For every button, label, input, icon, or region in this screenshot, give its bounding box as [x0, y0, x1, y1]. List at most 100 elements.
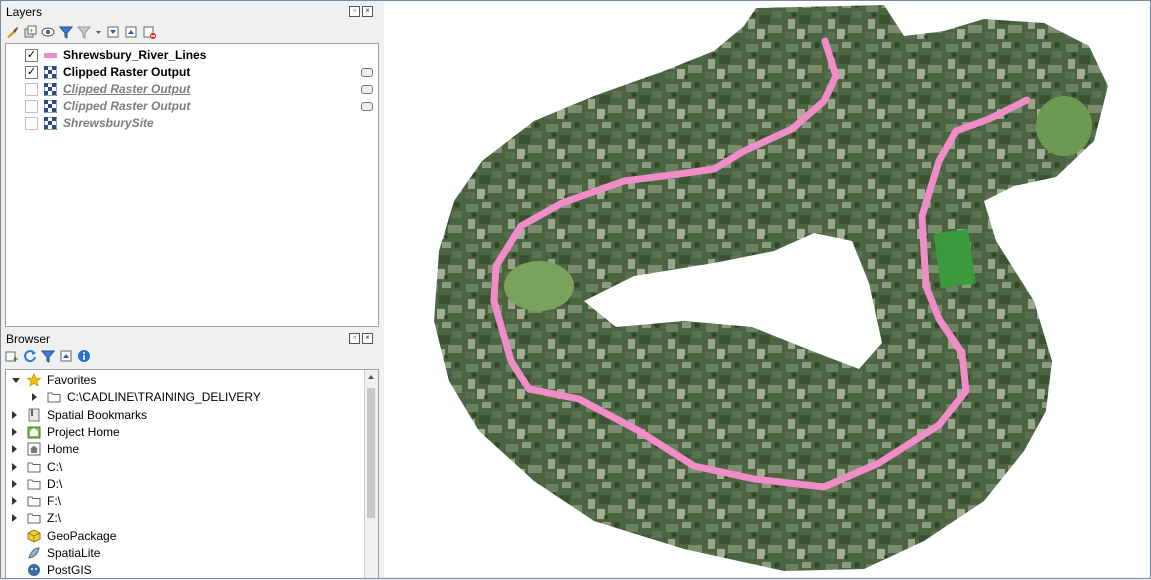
- browser-item-label: PostGIS: [47, 563, 92, 578]
- scroll-up-icon[interactable]: [368, 375, 374, 379]
- layer-indicator-icon[interactable]: [361, 85, 373, 94]
- layer-visibility-checkbox[interactable]: [25, 117, 38, 130]
- browser-panel-controls: ▫ ×: [349, 333, 373, 344]
- add-group-icon[interactable]: +: [23, 25, 37, 39]
- chevron-right-icon[interactable]: [12, 514, 17, 523]
- browser-item-label: Z:\: [47, 511, 61, 526]
- layers-tree: ✓ Shrewsbury_River_Lines ✓ Clipped Raster O…: [5, 43, 379, 327]
- browser-item-label: C:\: [47, 459, 63, 474]
- layer-name: Shrewsbury_River_Lines: [63, 48, 207, 62]
- folder-icon: [27, 494, 41, 508]
- properties-info-icon[interactable]: [77, 349, 91, 363]
- browser-item[interactable]: D:\: [6, 476, 366, 493]
- layer-item[interactable]: ✓ Clipped Raster Output: [6, 64, 378, 81]
- layer-indicator-icon[interactable]: [361, 68, 373, 77]
- chevron-right-icon[interactable]: [12, 445, 17, 454]
- layer-item[interactable]: ✓ Shrewsbury_River_Lines: [6, 47, 378, 64]
- layers-toolbar: +: [5, 23, 156, 41]
- chevron-down-icon[interactable]: [12, 378, 20, 383]
- layer-visibility-checkbox[interactable]: ✓: [25, 49, 38, 62]
- collapse-all-icon[interactable]: [59, 349, 73, 363]
- expand-all-icon[interactable]: [106, 25, 120, 39]
- collapse-all-icon[interactable]: [124, 25, 138, 39]
- map-svg[interactable]: [384, 1, 1149, 577]
- folder-icon: [47, 390, 61, 404]
- raster-layer-icon: [43, 116, 58, 131]
- left-dock: Layers ▫ × + ✓ Shrewsbury_River_Lines ✓ Cli…: [1, 1, 382, 579]
- folder-icon: [27, 511, 41, 525]
- remove-layer-icon[interactable]: [142, 25, 156, 39]
- layer-name: ShrewsburySite: [63, 116, 154, 130]
- chevron-right-icon[interactable]: [12, 479, 17, 488]
- map-canvas[interactable]: [384, 1, 1149, 577]
- layer-name: Clipped Raster Output: [63, 65, 191, 79]
- style-brush-icon[interactable]: [5, 25, 19, 39]
- close-icon[interactable]: ×: [362, 6, 373, 17]
- filter-legend-icon[interactable]: [58, 25, 74, 39]
- browser-item-label: Spatial Bookmarks: [47, 407, 148, 422]
- layer-item[interactable]: ShrewsburySite: [6, 115, 378, 132]
- layer-item[interactable]: Clipped Raster Output: [6, 98, 378, 115]
- layer-visibility-checkbox[interactable]: [25, 83, 38, 96]
- chevron-right-icon[interactable]: [12, 462, 17, 471]
- chevron-right-icon[interactable]: [12, 410, 17, 419]
- folder-icon: [27, 477, 41, 491]
- bookmarks-icon: [27, 408, 41, 422]
- browser-item[interactable]: Home: [6, 441, 366, 458]
- browser-item[interactable]: C:\CADLINE\TRAINING_DELIVERY: [6, 389, 366, 406]
- scrollbar-thumb[interactable]: [367, 388, 375, 518]
- raster-layer-icon: [43, 82, 58, 97]
- chevron-right-icon[interactable]: [32, 393, 37, 402]
- postgis-icon: [27, 563, 41, 577]
- line-symbol-icon: [44, 49, 57, 62]
- browser-item[interactable]: Favorites: [6, 372, 366, 389]
- filter-expression-icon[interactable]: [76, 25, 92, 39]
- refresh-icon[interactable]: [23, 349, 37, 363]
- project-home-icon: [27, 425, 41, 439]
- chevron-right-icon[interactable]: [12, 497, 17, 506]
- folder-icon: [27, 460, 41, 474]
- field-area: [504, 261, 574, 311]
- spatialite-icon: [27, 546, 41, 560]
- layer-visibility-checkbox[interactable]: [25, 100, 38, 113]
- raster-layer-icon: [43, 65, 58, 80]
- browser-item-label: GeoPackage: [47, 528, 117, 543]
- layer-indicator-icon[interactable]: [361, 102, 373, 111]
- browser-scrollbar[interactable]: [364, 370, 378, 578]
- browser-item[interactable]: SpatiaLite: [6, 545, 366, 562]
- manage-map-themes-icon[interactable]: [41, 25, 55, 39]
- browser-panel-header: Browser ▫ ×: [1, 330, 377, 348]
- browser-item-label: F:\: [47, 494, 61, 509]
- browser-item[interactable]: F:\: [6, 493, 366, 510]
- layers-panel-title: Layers: [6, 5, 43, 19]
- layers-panel-header: Layers ▫ ×: [1, 3, 377, 21]
- add-selected-layers-icon[interactable]: +: [5, 349, 19, 364]
- browser-item[interactable]: C:\: [6, 459, 366, 476]
- browser-item[interactable]: GeoPackage: [6, 528, 366, 545]
- browser-item-label: Project Home: [47, 424, 120, 439]
- undock-icon[interactable]: ▫: [349, 6, 360, 17]
- chevron-down-icon[interactable]: [95, 25, 102, 39]
- browser-item[interactable]: Project Home: [6, 424, 366, 441]
- browser-item-label: C:\CADLINE\TRAINING_DELIVERY: [67, 390, 261, 405]
- raster-layer-icon: [43, 99, 58, 114]
- browser-item[interactable]: PostGIS: [6, 562, 366, 579]
- layers-panel-controls: ▫ ×: [349, 6, 373, 17]
- filter-browser-icon[interactable]: [40, 349, 56, 363]
- layer-visibility-checkbox[interactable]: ✓: [25, 66, 38, 79]
- browser-item[interactable]: Z:\: [6, 510, 366, 527]
- undock-icon[interactable]: ▫: [349, 333, 360, 344]
- star-icon: [26, 372, 42, 387]
- svg-text:+: +: [30, 28, 34, 35]
- browser-item-label: Home: [47, 442, 80, 457]
- browser-item-label: D:\: [47, 476, 63, 491]
- layer-name: Clipped Raster Output: [63, 82, 191, 96]
- layer-item[interactable]: Clipped Raster Output: [6, 81, 378, 98]
- browser-item-label: Favorites: [47, 373, 97, 387]
- browser-item-label: SpatiaLite: [47, 546, 101, 560]
- close-icon[interactable]: ×: [362, 333, 373, 344]
- svg-text:+: +: [13, 354, 18, 363]
- geopackage-icon: [27, 529, 41, 543]
- chevron-right-icon[interactable]: [12, 427, 17, 436]
- browser-item[interactable]: Spatial Bookmarks: [6, 407, 366, 424]
